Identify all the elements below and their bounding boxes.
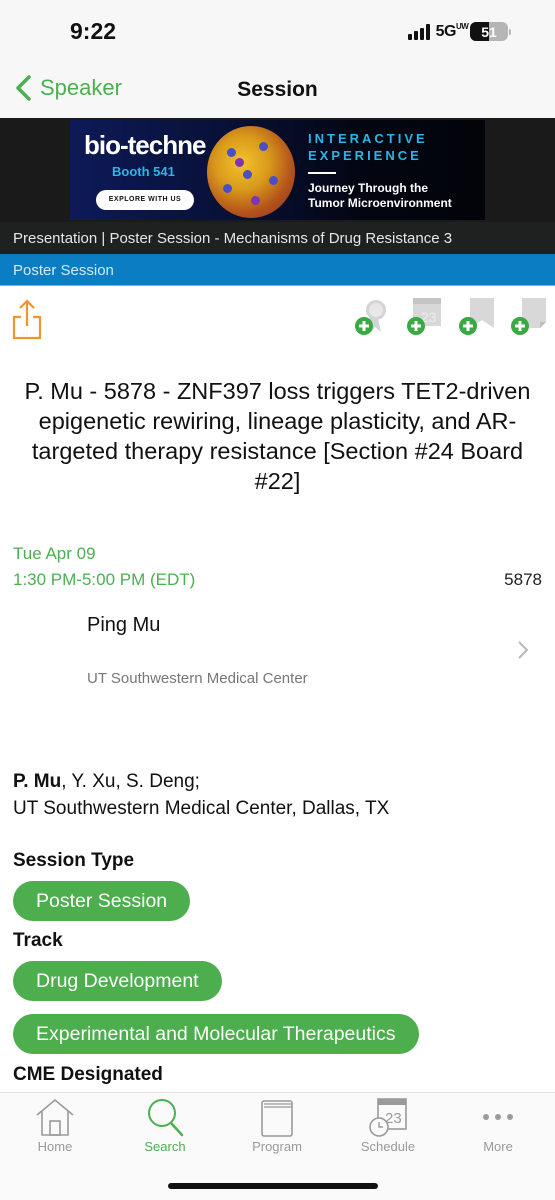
page-title: Session bbox=[237, 78, 318, 101]
track-pill[interactable]: Drug Development bbox=[13, 961, 222, 1001]
schedule-icon: 23 bbox=[369, 1098, 407, 1137]
author-list: P. Mu, Y. Xu, S. Deng; bbox=[13, 768, 389, 795]
signal-icon bbox=[407, 23, 430, 40]
ad-subtitle: Journey Through the Tumor Microenvironme… bbox=[308, 181, 452, 210]
add-favorite-button[interactable] bbox=[354, 298, 390, 336]
tab-search[interactable]: Search bbox=[110, 1097, 220, 1163]
add-schedule-button[interactable]: 23 bbox=[406, 298, 442, 336]
presentation-title: P. Mu - 5878 - ZNF397 loss triggers TET2… bbox=[24, 378, 531, 494]
ad-banner-container: bio-techne Booth 541 EXPLORE WITH US INT… bbox=[0, 118, 555, 222]
speaker-row[interactable]: Ping Mu UT Southwestern Medical Center bbox=[0, 600, 555, 700]
ad-headline: INTERACTIVE EXPERIENCE bbox=[308, 131, 428, 163]
session-date: Tue Apr 09 bbox=[13, 544, 96, 563]
ad-explore-button[interactable]: EXPLORE WITH US bbox=[96, 190, 194, 210]
add-note-button[interactable] bbox=[510, 298, 546, 336]
battery-level: 51 bbox=[481, 23, 497, 40]
session-type-label: Session Type bbox=[13, 850, 135, 871]
status-time: 9:22 bbox=[70, 18, 117, 44]
tab-more[interactable]: More bbox=[443, 1097, 553, 1163]
ad-banner[interactable]: bio-techne Booth 541 EXPLORE WITH US INT… bbox=[70, 120, 485, 220]
note-icon bbox=[511, 298, 546, 335]
bookmark-icon bbox=[459, 298, 494, 335]
session-type-pill[interactable]: Poster Session bbox=[13, 881, 191, 921]
ad-divider bbox=[308, 172, 336, 174]
tab-program[interactable]: Program bbox=[222, 1097, 332, 1163]
search-icon bbox=[148, 1099, 184, 1137]
speaker-name: Ping Mu bbox=[87, 614, 161, 636]
ad-brand-logo: bio-techne bbox=[84, 130, 206, 160]
tab-label: Search bbox=[144, 1139, 186, 1154]
navigation-bar: Speaker Session bbox=[0, 62, 555, 118]
tab-label: More bbox=[483, 1139, 513, 1154]
add-bookmark-button[interactable] bbox=[458, 298, 494, 336]
tab-label: Program bbox=[252, 1139, 302, 1154]
book-icon bbox=[261, 1100, 293, 1137]
author-affiliation: UT Southwestern Medical Center, Dallas, … bbox=[13, 798, 390, 819]
abstract-number: 5878 bbox=[504, 570, 542, 589]
home-icon bbox=[36, 1098, 74, 1136]
tab-home[interactable]: Home bbox=[0, 1097, 110, 1163]
authors-block: P. Mu, Y. Xu, S. Deng; UT Southwestern M… bbox=[13, 768, 389, 822]
home-indicator[interactable] bbox=[168, 1183, 378, 1189]
speaker-institution: UT Southwestern Medical Center bbox=[87, 670, 308, 687]
action-row: 23 bbox=[0, 290, 555, 350]
award-ribbon-icon bbox=[355, 300, 386, 335]
share-icon bbox=[12, 299, 42, 340]
tab-label: Home bbox=[37, 1139, 73, 1154]
tab-label: Schedule bbox=[360, 1139, 416, 1154]
ad-tumor-image bbox=[207, 126, 295, 218]
breadcrumb: Presentation | Poster Session - Mechanis… bbox=[0, 222, 555, 254]
status-indicators: 5GUW 51 bbox=[407, 21, 511, 41]
calendar-icon: 23 bbox=[407, 298, 441, 335]
ad-booth: Booth 541 bbox=[112, 164, 175, 179]
cme-label: CME Designated bbox=[13, 1064, 163, 1085]
co-authors: , Y. Xu, S. Deng; bbox=[61, 771, 200, 792]
tab-schedule[interactable]: 23 Schedule bbox=[333, 1097, 443, 1163]
session-type-bar: Poster Session bbox=[0, 254, 555, 286]
session-screen: 9:22 5GUW 51 Speaker Session bio-techne … bbox=[0, 0, 555, 1200]
track-pill[interactable]: Experimental and Molecular Therapeutics bbox=[13, 1014, 419, 1054]
network-label: 5GUW bbox=[435, 21, 469, 40]
presenting-author: P. Mu bbox=[13, 771, 62, 792]
status-bar: 9:22 5GUW 51 bbox=[0, 0, 555, 62]
track-label: Track bbox=[13, 930, 63, 951]
more-icon bbox=[483, 1114, 513, 1120]
chevron-right-icon bbox=[518, 641, 529, 659]
battery-icon: 51 bbox=[470, 22, 511, 41]
share-button[interactable] bbox=[12, 298, 42, 340]
session-time: 1:30 PM-5:00 PM (EDT) bbox=[13, 570, 196, 589]
